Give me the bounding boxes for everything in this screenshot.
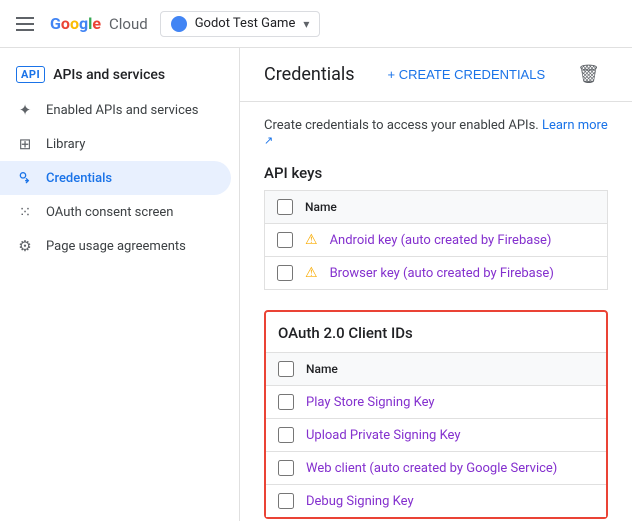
sidebar-item-enabled-apis[interactable]: ✦ Enabled APIs and services — [0, 93, 231, 127]
content-header: Credentials + CREATE CREDENTIALS 🗑 — [240, 48, 632, 102]
android-key-checkbox[interactable] — [277, 232, 293, 248]
content-body: Create credentials to access your enable… — [240, 102, 632, 521]
project-name: Godot Test Game — [195, 16, 296, 31]
oauth-consent-icon: ⁙ — [16, 203, 34, 221]
upload-private-signing-key-checkbox[interactable] — [278, 427, 294, 443]
info-text: Create credentials to access your enable… — [264, 118, 608, 148]
api-keys-table: Name ⚠ Android key (auto created by Fire… — [264, 190, 608, 290]
sidebar-title: APIs and services — [53, 67, 165, 83]
browser-key-checkbox[interactable] — [277, 265, 293, 281]
sidebar-label-library: Library — [46, 137, 85, 152]
main-layout: API APIs and services ✦ Enabled APIs and… — [0, 48, 632, 521]
table-row: Debug Signing Key — [266, 485, 606, 517]
api-keys-select-all-checkbox[interactable] — [277, 199, 293, 215]
debug-signing-key-checkbox[interactable] — [278, 493, 294, 509]
sidebar: API APIs and services ✦ Enabled APIs and… — [0, 48, 240, 521]
page-usage-icon: ⚙ — [16, 237, 34, 255]
oauth-select-all-checkbox[interactable] — [278, 361, 294, 377]
play-store-signing-key-checkbox[interactable] — [278, 394, 294, 410]
play-store-signing-key-link[interactable]: Play Store Signing Key — [306, 395, 435, 410]
table-row: ⚠ Android key (auto created by Firebase) — [264, 223, 608, 256]
delete-icon: 🗑 — [577, 64, 600, 84]
web-client-checkbox[interactable] — [278, 460, 294, 476]
warning-icon: ⚠ — [305, 265, 318, 281]
google-cloud-logo: Google Cloud — [50, 14, 148, 33]
browser-key-link[interactable]: Browser key (auto created by Firebase) — [330, 266, 554, 281]
create-credentials-button[interactable]: + CREATE CREDENTIALS — [380, 61, 554, 88]
external-link-icon: ↗ — [264, 134, 273, 147]
credentials-icon — [16, 169, 34, 187]
sidebar-label-credentials: Credentials — [46, 171, 112, 186]
table-row: Web client (auto created by Google Servi… — [266, 452, 606, 485]
api-badge: API — [16, 66, 45, 83]
upload-private-signing-key-link[interactable]: Upload Private Signing Key — [306, 428, 461, 443]
sidebar-item-credentials[interactable]: Credentials — [0, 161, 231, 195]
page-title: Credentials — [264, 64, 364, 85]
library-icon: ⊞ — [16, 135, 34, 153]
delete-button[interactable]: 🗑 — [569, 60, 608, 89]
api-keys-title: API keys — [264, 164, 608, 182]
table-row: Play Store Signing Key — [266, 386, 606, 419]
sidebar-item-page-usage[interactable]: ⚙ Page usage agreements — [0, 229, 231, 263]
sidebar-label-page-usage: Page usage agreements — [46, 239, 186, 254]
web-client-link[interactable]: Web client (auto created by Google Servi… — [306, 461, 557, 476]
api-keys-table-header: Name — [264, 190, 608, 223]
oauth-section: OAuth 2.0 Client IDs Name Play Store Sig… — [264, 310, 608, 519]
hamburger-icon[interactable] — [12, 13, 38, 35]
content-area: Credentials + CREATE CREDENTIALS 🗑 Creat… — [240, 48, 632, 521]
table-row: Upload Private Signing Key — [266, 419, 606, 452]
debug-signing-key-link[interactable]: Debug Signing Key — [306, 494, 414, 509]
project-selector[interactable]: Godot Test Game ▾ — [160, 11, 321, 37]
chevron-down-icon: ▾ — [303, 17, 309, 31]
warning-icon: ⚠ — [305, 232, 318, 248]
table-row: ⚠ Browser key (auto created by Firebase) — [264, 256, 608, 290]
create-credentials-label: + CREATE CREDENTIALS — [388, 67, 546, 82]
sidebar-label-enabled-apis: Enabled APIs and services — [46, 103, 199, 118]
top-bar: Google Cloud Godot Test Game ▾ — [0, 0, 632, 48]
oauth-section-title: OAuth 2.0 Client IDs — [266, 324, 606, 352]
sidebar-item-oauth-consent[interactable]: ⁙ OAuth consent screen — [0, 195, 231, 229]
sidebar-header: API APIs and services — [0, 56, 239, 93]
api-keys-col-name: Name — [305, 200, 337, 214]
oauth-table-header: Name — [266, 352, 606, 386]
sidebar-label-oauth-consent: OAuth consent screen — [46, 205, 173, 220]
project-dot-icon — [171, 16, 187, 32]
oauth-col-name: Name — [306, 362, 338, 376]
android-key-link[interactable]: Android key (auto created by Firebase) — [330, 233, 552, 248]
enabled-apis-icon: ✦ — [16, 101, 34, 119]
sidebar-item-library[interactable]: ⊞ Library — [0, 127, 231, 161]
